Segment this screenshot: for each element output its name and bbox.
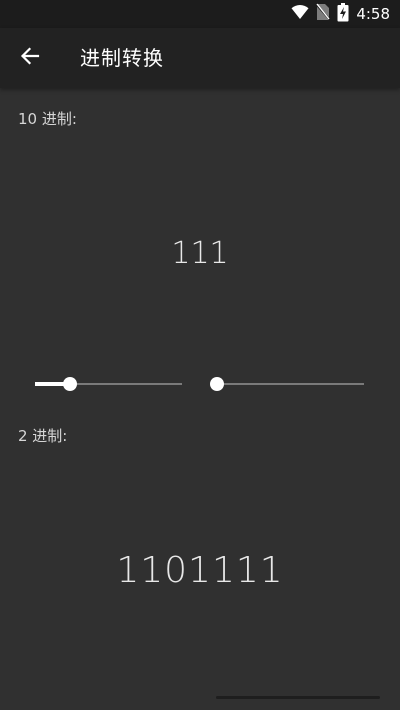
- binary-label: 2 进制:: [18, 427, 68, 445]
- status-icons: 4:58: [291, 2, 390, 26]
- status-bar: 4:58: [0, 0, 400, 28]
- decimal-value[interactable]: 111: [0, 234, 400, 274]
- app-title: 进制转换: [80, 46, 164, 70]
- no-sim-icon: [315, 3, 332, 25]
- converter-screen: 4:58 进制转换 10 进制: 111 2 进制: 1101111: [0, 0, 400, 710]
- slider-thumb[interactable]: [63, 377, 78, 391]
- status-time: 4:58: [356, 5, 390, 23]
- binary-value[interactable]: 1101111: [0, 547, 400, 595]
- battery-charging-icon: [337, 2, 349, 26]
- decimal-label: 10 进制:: [18, 110, 77, 128]
- slider-track: [217, 383, 364, 385]
- back-button[interactable]: [14, 42, 46, 74]
- wifi-icon: [291, 4, 309, 24]
- binary-slider[interactable]: [210, 374, 364, 394]
- app-bar: 进制转换: [0, 28, 400, 88]
- slider-thumb[interactable]: [210, 377, 224, 391]
- decimal-slider[interactable]: [35, 374, 182, 394]
- arrow-back-icon: [20, 47, 40, 69]
- gesture-bar: [216, 696, 380, 699]
